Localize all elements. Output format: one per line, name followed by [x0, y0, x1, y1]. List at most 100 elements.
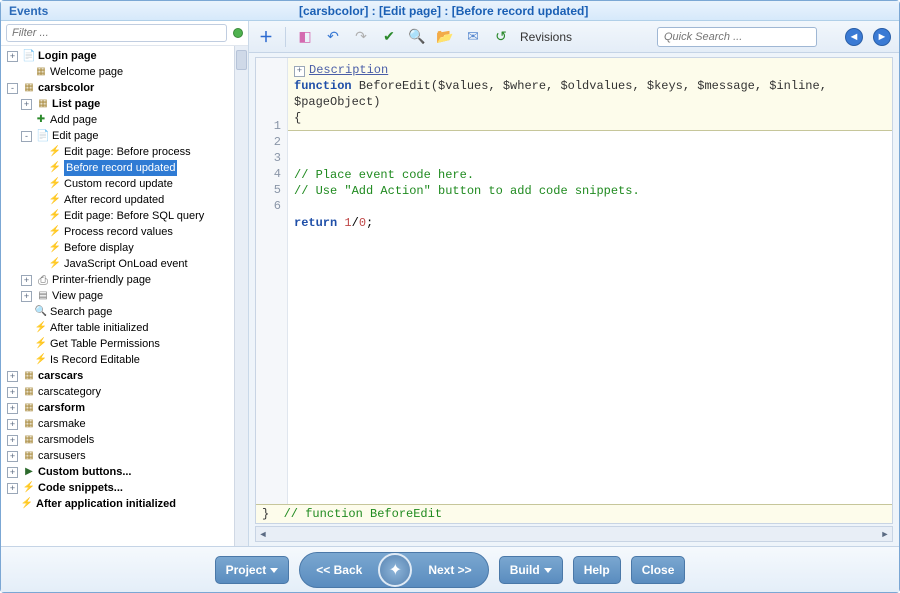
- tree-login[interactable]: Login page: [38, 48, 97, 64]
- bottom-bar: Project << Back ✦ Next >> Build Help Clo…: [1, 546, 899, 592]
- tree-process-values[interactable]: Process record values: [64, 224, 173, 240]
- page-icon: [22, 81, 36, 95]
- page-icon: [34, 65, 48, 79]
- breadcrumb: [carsbcolor] : [Edit page] : [Before rec…: [48, 4, 839, 18]
- bc-event: [Before record updated]: [452, 4, 589, 18]
- expand-icon[interactable]: +: [7, 419, 18, 430]
- tree-carsusers[interactable]: carsusers: [38, 448, 86, 464]
- check-button[interactable]: ✔: [380, 28, 398, 46]
- tree-carscategory[interactable]: carscategory: [38, 384, 101, 400]
- tree-before-record-updated[interactable]: Before record updated: [64, 160, 177, 176]
- events-tree[interactable]: + Login page Welcome page - carsbcolor + Li…: [1, 46, 234, 546]
- expand-icon[interactable]: +: [7, 451, 18, 462]
- search-prev-button[interactable]: ◄: [845, 28, 863, 46]
- expand-icon[interactable]: +: [21, 291, 32, 302]
- kw-return: return: [294, 216, 337, 230]
- form-icon: [22, 49, 36, 63]
- tree-viewpage[interactable]: View page: [52, 288, 103, 304]
- tree-get-table-perm[interactable]: Get Table Permissions: [50, 336, 160, 352]
- redo-button[interactable]: ↷: [352, 28, 370, 46]
- kw-function: function: [294, 79, 352, 93]
- build-button[interactable]: Build: [499, 556, 563, 584]
- tree-before-process[interactable]: Edit page: Before process: [64, 144, 191, 160]
- bolt-icon: [48, 161, 62, 175]
- code-footer: } // function BeforeEdit: [256, 504, 892, 523]
- tree-before-sql[interactable]: Edit page: Before SQL query: [64, 208, 204, 224]
- revisions-label[interactable]: Revisions: [520, 30, 572, 44]
- tree-code-snippets[interactable]: Code snippets...: [38, 480, 123, 496]
- tree-welcome[interactable]: Welcome page: [50, 64, 123, 80]
- tree-carscars[interactable]: carscars: [38, 368, 83, 384]
- expand-icon[interactable]: -: [7, 83, 18, 94]
- tree-carsform[interactable]: carsform: [38, 400, 85, 416]
- sidebar: + Login page Welcome page - carsbcolor + Li…: [1, 21, 249, 546]
- expand-icon[interactable]: +: [7, 371, 18, 382]
- search-next-button[interactable]: ►: [873, 28, 891, 46]
- expand-icon[interactable]: +: [7, 483, 18, 494]
- next-button[interactable]: Next >>: [412, 557, 487, 583]
- tree-custom-record-update[interactable]: Custom record update: [64, 176, 173, 192]
- quick-search-input[interactable]: [657, 27, 817, 47]
- expand-icon[interactable]: +: [7, 435, 18, 446]
- revert-button[interactable]: ↺: [492, 28, 510, 46]
- tree-after-table-init[interactable]: After table initialized: [50, 320, 148, 336]
- close-button[interactable]: Close: [631, 556, 686, 584]
- tree-before-display[interactable]: Before display: [64, 240, 134, 256]
- expand-icon[interactable]: +: [21, 275, 32, 286]
- tree-custom-buttons[interactable]: Custom buttons...: [38, 464, 132, 480]
- add-action-button[interactable]: ＋: [257, 28, 275, 46]
- fold-icon[interactable]: +: [294, 66, 305, 77]
- page-icon: [22, 385, 36, 399]
- help-button[interactable]: Help: [573, 556, 621, 584]
- code-editor[interactable]: 1 2 3 4 5 6 +Description function Before…: [255, 57, 893, 524]
- back-button[interactable]: << Back: [300, 557, 378, 583]
- tree-after-app-init[interactable]: After application initialized: [36, 496, 176, 512]
- expand-icon[interactable]: +: [7, 403, 18, 414]
- tree-printer[interactable]: Printer-friendly page: [52, 272, 151, 288]
- project-button[interactable]: Project: [215, 556, 290, 584]
- search-icon: [34, 305, 48, 319]
- expand-icon[interactable]: +: [7, 51, 18, 62]
- gutter: 1 2 3 4 5 6: [256, 58, 288, 504]
- titlebar: Events [carsbcolor] : [Edit page] : [Bef…: [1, 1, 899, 21]
- tree-searchpage[interactable]: Search page: [50, 304, 112, 320]
- horizontal-scrollbar[interactable]: ◄ ►: [255, 526, 893, 542]
- undo-button[interactable]: ↶: [324, 28, 342, 46]
- filter-input[interactable]: [6, 24, 227, 42]
- mail-button[interactable]: ✉: [464, 28, 482, 46]
- page-icon: [22, 433, 36, 447]
- tree-listpage[interactable]: List page: [52, 96, 100, 112]
- bc-table: [carsbcolor]: [299, 4, 368, 18]
- run-button[interactable]: ✦: [378, 553, 412, 587]
- tree-addpage[interactable]: Add page: [50, 112, 97, 128]
- code-lines[interactable]: // Place event code here. // Use "Add Ac…: [288, 131, 892, 235]
- erase-button[interactable]: ◧: [296, 28, 314, 46]
- tree-scrollbar[interactable]: [234, 46, 248, 546]
- tree-is-record-editable[interactable]: Is Record Editable: [50, 352, 140, 368]
- bolt-icon: [48, 209, 62, 223]
- tree-js-onload[interactable]: JavaScript OnLoad event: [64, 256, 188, 272]
- open-button[interactable]: 📂: [436, 28, 454, 46]
- code-comment2: // Use "Add Action" button to add code s…: [294, 183, 886, 199]
- tree-carsmake[interactable]: carsmake: [38, 416, 86, 432]
- find-button[interactable]: 🔍: [408, 28, 426, 46]
- expand-icon[interactable]: +: [7, 387, 18, 398]
- tree-after-record-updated[interactable]: After record updated: [64, 192, 164, 208]
- page-icon: [22, 449, 36, 463]
- page-icon: [36, 97, 50, 111]
- play-icon: [22, 465, 36, 479]
- add-icon: [34, 113, 48, 127]
- tree-carsmodels[interactable]: carsmodels: [38, 432, 94, 448]
- page-icon: [22, 401, 36, 415]
- tree-editpage[interactable]: Edit page: [52, 128, 98, 144]
- scroll-right-icon[interactable]: ►: [878, 529, 892, 539]
- form-icon: [36, 129, 50, 143]
- expand-icon[interactable]: +: [7, 467, 18, 478]
- expand-icon[interactable]: +: [21, 99, 32, 110]
- page-icon: [22, 369, 36, 383]
- tree-carsbcolor[interactable]: carsbcolor: [38, 80, 94, 96]
- bolt-icon: [34, 337, 48, 351]
- bolt-icon: [34, 353, 48, 367]
- expand-icon[interactable]: -: [21, 131, 32, 142]
- scroll-left-icon[interactable]: ◄: [256, 529, 270, 539]
